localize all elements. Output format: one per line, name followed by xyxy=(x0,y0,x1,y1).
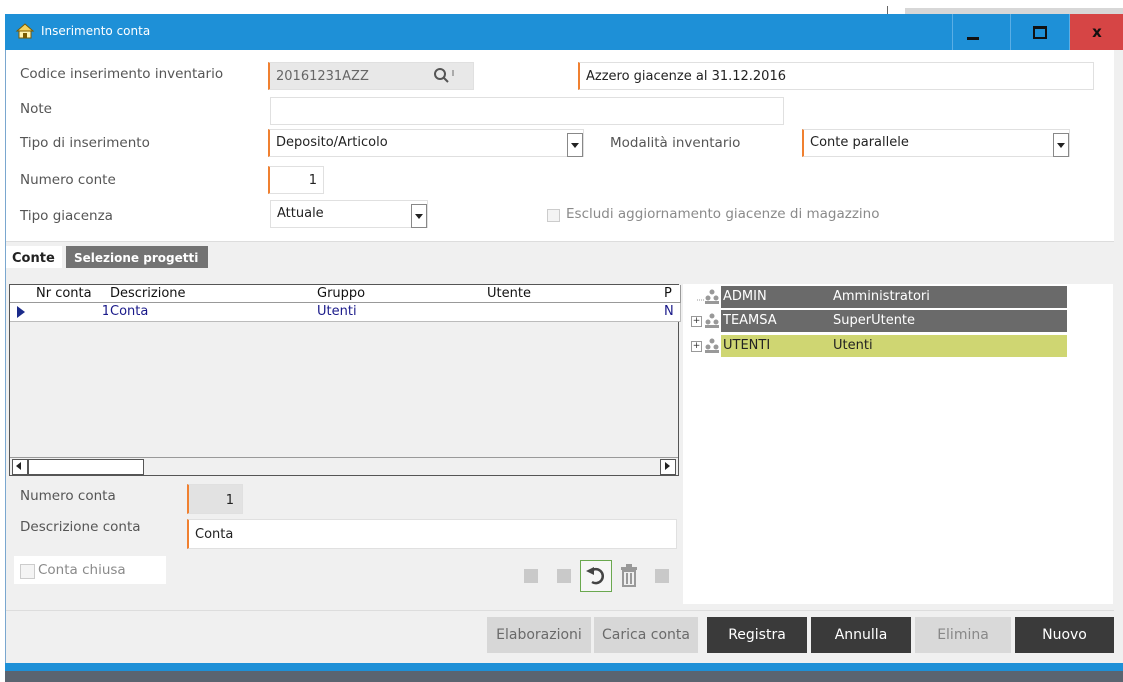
tree-name: Utenti xyxy=(831,335,1067,357)
edit-row-icon[interactable] xyxy=(557,569,571,583)
descrizione-conta-input[interactable]: Conta xyxy=(187,519,677,549)
chevron-down-icon[interactable] xyxy=(1053,133,1069,157)
tree-row-admin[interactable]: ADMIN Amministratori xyxy=(683,286,1083,308)
title-bar: Inserimento conta x xyxy=(5,14,1123,50)
registra-button[interactable]: Registra xyxy=(707,617,807,653)
tree-row-utenti[interactable]: + UTENTI Utenti xyxy=(683,335,1083,357)
table-cell[interactable] xyxy=(485,303,665,322)
maximize-icon xyxy=(1033,26,1047,39)
tipo-giacenza-select[interactable]: Attuale xyxy=(270,200,428,228)
conte-grid[interactable]: Nr conta Descrizione Gruppo Utente P 1 C… xyxy=(9,284,681,476)
modalita-select[interactable]: Conte parallele xyxy=(802,129,1070,157)
add-row-icon[interactable] xyxy=(524,569,538,583)
numero-conta-input[interactable]: 1 xyxy=(187,484,243,514)
tipo-giacenza-value: Attuale xyxy=(277,206,324,221)
tab-selezione-progetti[interactable]: Selezione progetti xyxy=(66,246,208,268)
elaborazioni-button[interactable]: Elaborazioni xyxy=(487,617,591,653)
row-indicator[interactable] xyxy=(10,303,37,322)
nuovo-button[interactable]: Nuovo xyxy=(1015,617,1114,653)
row-indicator-header xyxy=(10,285,37,303)
arrow-left-icon xyxy=(16,462,21,470)
top-strip xyxy=(0,0,1123,14)
note-label: Note xyxy=(20,101,52,117)
trash-icon[interactable] xyxy=(618,564,640,588)
window-title: Inserimento conta xyxy=(41,24,151,38)
note-input[interactable] xyxy=(270,97,784,125)
tree-name: Amministratori xyxy=(831,286,1067,308)
tab-conte[interactable]: Conte xyxy=(6,246,62,268)
app-icon xyxy=(15,23,35,39)
chevron-down-icon[interactable] xyxy=(411,204,427,228)
table-cell[interactable]: Utenti xyxy=(315,303,488,322)
tree-code: ADMIN xyxy=(721,286,831,308)
tree-code: TEAMSA xyxy=(721,310,831,332)
tipo-giacenza-label: Tipo giacenza xyxy=(20,208,113,224)
expand-icon[interactable]: + xyxy=(691,341,702,352)
scroll-left-button[interactable] xyxy=(12,459,28,475)
group-icon xyxy=(705,338,719,353)
column-header[interactable]: Utente xyxy=(485,285,665,303)
column-header[interactable]: Gruppo xyxy=(315,285,488,303)
codice-value: 20161231AZZ xyxy=(276,69,369,84)
annulla-button[interactable]: Annulla xyxy=(811,617,911,653)
undo-icon xyxy=(586,567,605,585)
conta-chiusa-checkbox[interactable] xyxy=(20,564,35,579)
column-header[interactable]: P xyxy=(662,285,681,303)
scroll-thumb[interactable] xyxy=(28,459,144,475)
codice-input[interactable]: 20161231AZZ xyxy=(268,62,474,90)
modalita-value: Conte parallele xyxy=(810,135,909,150)
minimize-icon xyxy=(967,37,979,40)
table-cell[interactable]: N xyxy=(662,303,681,322)
tree-code: UTENTI xyxy=(721,335,831,357)
chevron-down-icon[interactable] xyxy=(567,133,583,157)
tree-connector xyxy=(697,299,705,301)
column-header[interactable]: Nr conta xyxy=(34,285,111,303)
numero-conta-label: Numero conta xyxy=(20,488,116,504)
table-cell[interactable]: 1 xyxy=(34,303,113,322)
horizontal-scrollbar[interactable] xyxy=(10,457,678,475)
conta-chiusa-label: Conta chiusa xyxy=(38,562,126,578)
close-button[interactable]: x xyxy=(1069,14,1123,50)
numero-conte-input[interactable]: 1 xyxy=(268,166,324,194)
table-cell[interactable]: Conta xyxy=(108,303,318,322)
arrow-right-icon xyxy=(665,462,670,470)
column-header[interactable]: Descrizione xyxy=(108,285,318,303)
taskbar-strip xyxy=(5,671,1123,682)
tree-name: SuperUtente xyxy=(831,310,1067,332)
escludi-label: Escludi aggiornamento giacenze di magazz… xyxy=(566,206,880,222)
modalita-label: Modalità inventario xyxy=(610,135,741,151)
elimina-button[interactable]: Elimina xyxy=(915,617,1011,653)
tipo-inserimento-value: Deposito/Articolo xyxy=(276,135,388,150)
undo-button[interactable] xyxy=(580,560,612,592)
maximize-button[interactable] xyxy=(1010,14,1066,50)
numero-conte-label: Numero conte xyxy=(20,172,116,188)
status-strip xyxy=(5,663,1123,671)
conta-chiusa-container: Conta chiusa xyxy=(14,556,166,584)
codice-label: Codice inserimento inventario xyxy=(20,66,224,82)
group-tree[interactable]: ADMIN Amministratori + TEAMSA SuperUtent… xyxy=(683,284,1113,604)
extra-action-icon[interactable] xyxy=(655,569,669,583)
current-row-icon xyxy=(17,306,25,318)
group-icon xyxy=(705,313,719,328)
codice-description-field[interactable]: Azzero giacenze al 31.12.2016 xyxy=(578,62,1094,90)
scroll-right-button[interactable] xyxy=(660,459,676,475)
search-icon[interactable] xyxy=(433,67,455,85)
descrizione-conta-label: Descrizione conta xyxy=(20,519,141,535)
expand-icon[interactable]: + xyxy=(691,316,702,327)
tipo-inserimento-label: Tipo di inserimento xyxy=(20,135,150,151)
group-icon xyxy=(705,289,719,304)
carica-conta-button[interactable]: Carica conta xyxy=(594,617,698,653)
escludi-checkbox[interactable] xyxy=(547,209,560,222)
tipo-inserimento-select[interactable]: Deposito/Articolo xyxy=(268,129,584,157)
tree-row-teamsa[interactable]: + TEAMSA SuperUtente xyxy=(683,310,1083,332)
minimize-button[interactable] xyxy=(952,14,993,50)
